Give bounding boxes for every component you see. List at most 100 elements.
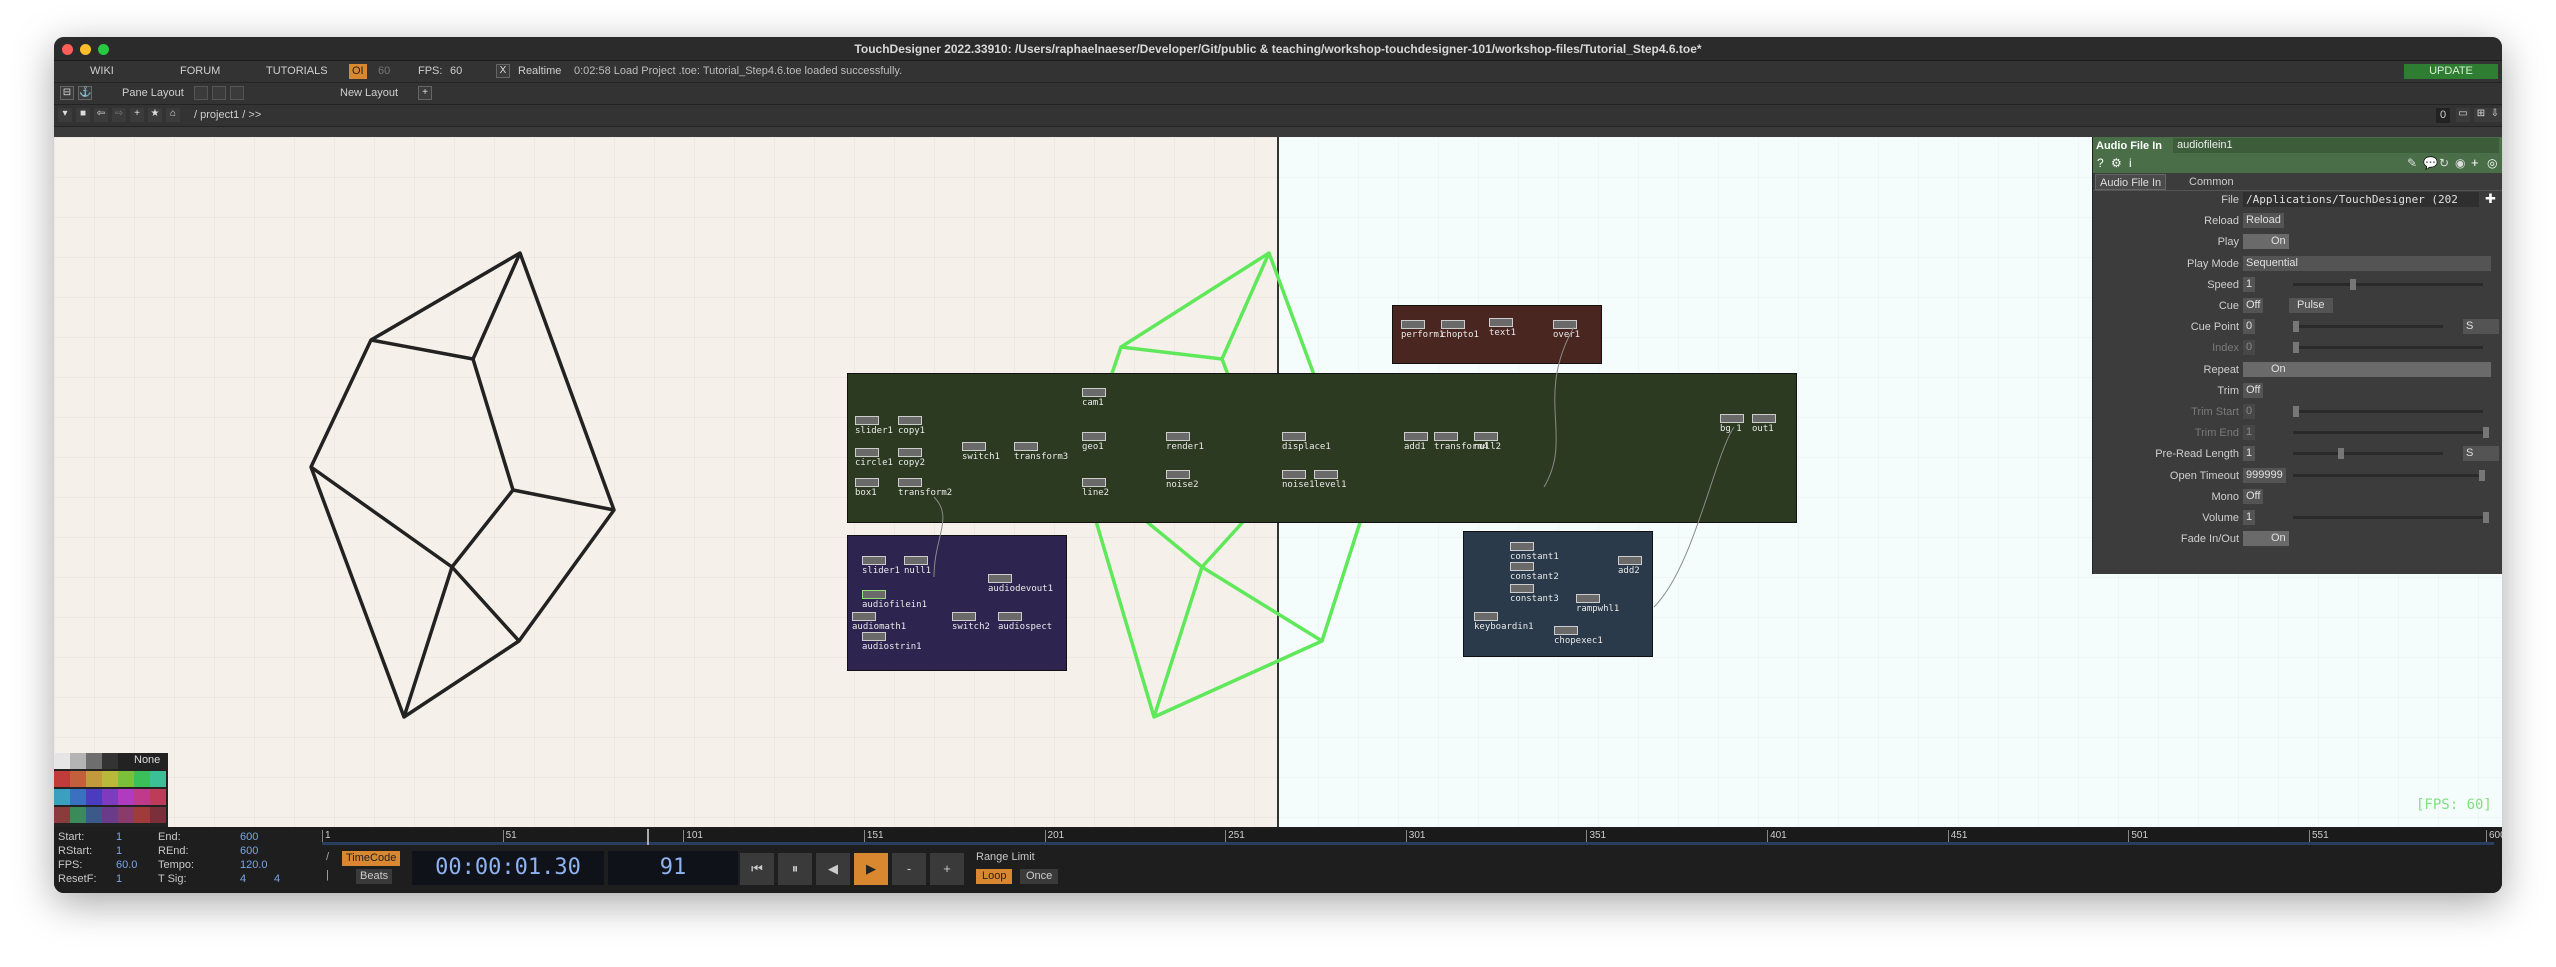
realtime-checkbox[interactable]: X: [496, 64, 510, 78]
slider-knob[interactable]: [2293, 342, 2299, 354]
param-slider[interactable]: [2293, 427, 2489, 439]
slider-knob[interactable]: [2293, 321, 2299, 333]
layout-slot-1[interactable]: [194, 86, 208, 100]
fps-value[interactable]: 60.0: [116, 859, 137, 871]
network-box-green[interactable]: slider1 copy1 circle1 copy2 box1 transfo…: [847, 373, 1797, 523]
back-arrow-icon[interactable]: ⇦: [94, 108, 108, 122]
tsig-numerator[interactable]: 4: [240, 873, 246, 885]
param-value[interactable]: Off: [2243, 488, 2264, 504]
slider-knob[interactable]: [2293, 406, 2299, 417]
grid-icon[interactable]: ⊞: [2474, 108, 2488, 122]
param-value[interactable]: 1: [2243, 510, 2256, 525]
end-value[interactable]: 600: [240, 831, 258, 843]
timecode-display[interactable]: 00:00:01.30: [412, 851, 604, 885]
param-value[interactable]: 0: [2243, 404, 2256, 419]
param-value[interactable]: 0: [2243, 319, 2256, 335]
step-forward-button[interactable]: +: [930, 853, 964, 885]
forum-link[interactable]: FORUM: [174, 64, 226, 79]
param-slider[interactable]: [2293, 406, 2483, 417]
op-name-field[interactable]: audiofilein1: [2173, 138, 2499, 153]
slider-knob[interactable]: [2479, 469, 2486, 481]
info-icon[interactable]: i: [2129, 156, 2132, 170]
resetf-value[interactable]: 1: [116, 873, 122, 885]
refresh-icon[interactable]: ↻: [2439, 156, 2449, 170]
pause-button[interactable]: ⏸: [778, 853, 812, 885]
slider-knob[interactable]: [2350, 278, 2356, 290]
param-value[interactable]: On: [2243, 234, 2289, 250]
window-mode-icon[interactable]: ▭: [2456, 108, 2470, 122]
param-value[interactable]: 1: [2243, 425, 2256, 441]
layout-slot-2[interactable]: [212, 86, 226, 100]
star-icon[interactable]: ★: [148, 108, 162, 122]
play-forward-button[interactable]: ▶: [854, 853, 888, 885]
slider-knob[interactable]: [2483, 427, 2489, 439]
tab-common[interactable]: Common: [2185, 174, 2238, 190]
tutorials-link[interactable]: TUTORIALS: [260, 64, 334, 79]
network-path[interactable]: / project1 / >>: [188, 108, 267, 123]
rstart-value[interactable]: 1: [116, 845, 122, 857]
param-unit-dropdown[interactable]: S: [2463, 446, 2499, 462]
play-backward-button[interactable]: ◀: [816, 853, 850, 885]
param-value[interactable]: 1: [2243, 446, 2256, 462]
stop-icon[interactable]: ■: [76, 108, 90, 122]
pane-anchor-icon[interactable]: ⚓: [78, 86, 92, 100]
tab-audio-file-in[interactable]: Audio File In: [2095, 174, 2167, 190]
oi-badge[interactable]: OI: [349, 64, 367, 79]
wiki-link[interactable]: WIKI: [84, 64, 120, 79]
palette-none-label[interactable]: None: [134, 754, 160, 766]
beats-toggle[interactable]: Beats: [356, 869, 393, 884]
param-slider[interactable]: [2293, 321, 2443, 333]
add-icon[interactable]: +: [130, 108, 144, 122]
param-value[interactable]: Sequential: [2243, 255, 2491, 271]
once-toggle[interactable]: Once: [1020, 869, 1059, 884]
param-slider[interactable]: [2293, 469, 2486, 481]
param-value[interactable]: 1: [2243, 276, 2256, 292]
pane-split-icon[interactable]: ⊟: [60, 86, 74, 100]
param-pulse-button[interactable]: Pulse: [2289, 298, 2333, 313]
color-palette[interactable]: None: [54, 753, 168, 827]
layout-slot-3[interactable]: [230, 86, 244, 100]
pane-layout-button[interactable]: Pane Layout: [116, 86, 190, 101]
loop-toggle[interactable]: Loop: [976, 869, 1013, 884]
param-unit-dropdown[interactable]: S: [2463, 319, 2499, 335]
rewind-button[interactable]: ⏮: [740, 853, 774, 885]
comment-icon[interactable]: 💬: [2423, 156, 2438, 170]
add-icon[interactable]: +: [2471, 155, 2479, 170]
param-value[interactable]: Reload: [2243, 213, 2284, 229]
gear-icon[interactable]: ◎: [2487, 156, 2497, 170]
param-value[interactable]: 0: [2243, 340, 2256, 356]
param-value[interactable]: Off: [2243, 298, 2264, 313]
tsig-denominator[interactable]: 4: [274, 873, 280, 885]
rend-value[interactable]: 600: [240, 845, 258, 857]
file-browse-icon[interactable]: ✚: [2485, 191, 2496, 207]
chevron-down-icon[interactable]: ▾: [58, 108, 72, 122]
add-layout-button[interactable]: +: [418, 86, 432, 100]
network-box-purple[interactable]: slider1 null1 audiodevout1 audiofilein1 …: [847, 535, 1067, 671]
start-value[interactable]: 1: [116, 831, 122, 843]
forward-arrow-icon[interactable]: ⇨: [112, 108, 126, 122]
param-value[interactable]: Off: [2243, 382, 2264, 398]
slider-knob[interactable]: [2338, 448, 2344, 460]
python-icon[interactable]: ◉: [2455, 156, 2465, 170]
home-icon[interactable]: ⌂: [166, 108, 180, 122]
playhead[interactable]: [647, 829, 649, 845]
param-slider[interactable]: [2293, 448, 2443, 460]
param-value[interactable]: On: [2243, 531, 2289, 547]
param-slider[interactable]: [2293, 512, 2489, 523]
param-slider[interactable]: [2293, 342, 2483, 354]
edit-icon[interactable]: ✎: [2407, 156, 2417, 170]
slider-knob[interactable]: [2483, 512, 2489, 523]
tempo-value[interactable]: 120.0: [240, 859, 268, 871]
step-backward-button[interactable]: -: [892, 853, 926, 885]
network-box-blue[interactable]: constant1 constant2 constant3 add2 rampw…: [1463, 531, 1653, 657]
param-slider[interactable]: [2293, 278, 2483, 290]
param-value[interactable]: On: [2243, 361, 2491, 377]
help-icon[interactable]: ?: [2097, 156, 2104, 170]
network-box-brown[interactable]: perform1 chopto1 text1 over1: [1392, 305, 1602, 364]
frame-display[interactable]: 91: [608, 851, 738, 885]
python-help-icon[interactable]: ⚙: [2111, 156, 2122, 170]
update-button[interactable]: UPDATE: [2404, 64, 2498, 79]
param-value[interactable]: /Applications/TouchDesigner (202: [2243, 192, 2479, 207]
pin-icon[interactable]: ⇩: [2488, 108, 2502, 122]
param-value[interactable]: 999999: [2243, 467, 2286, 483]
